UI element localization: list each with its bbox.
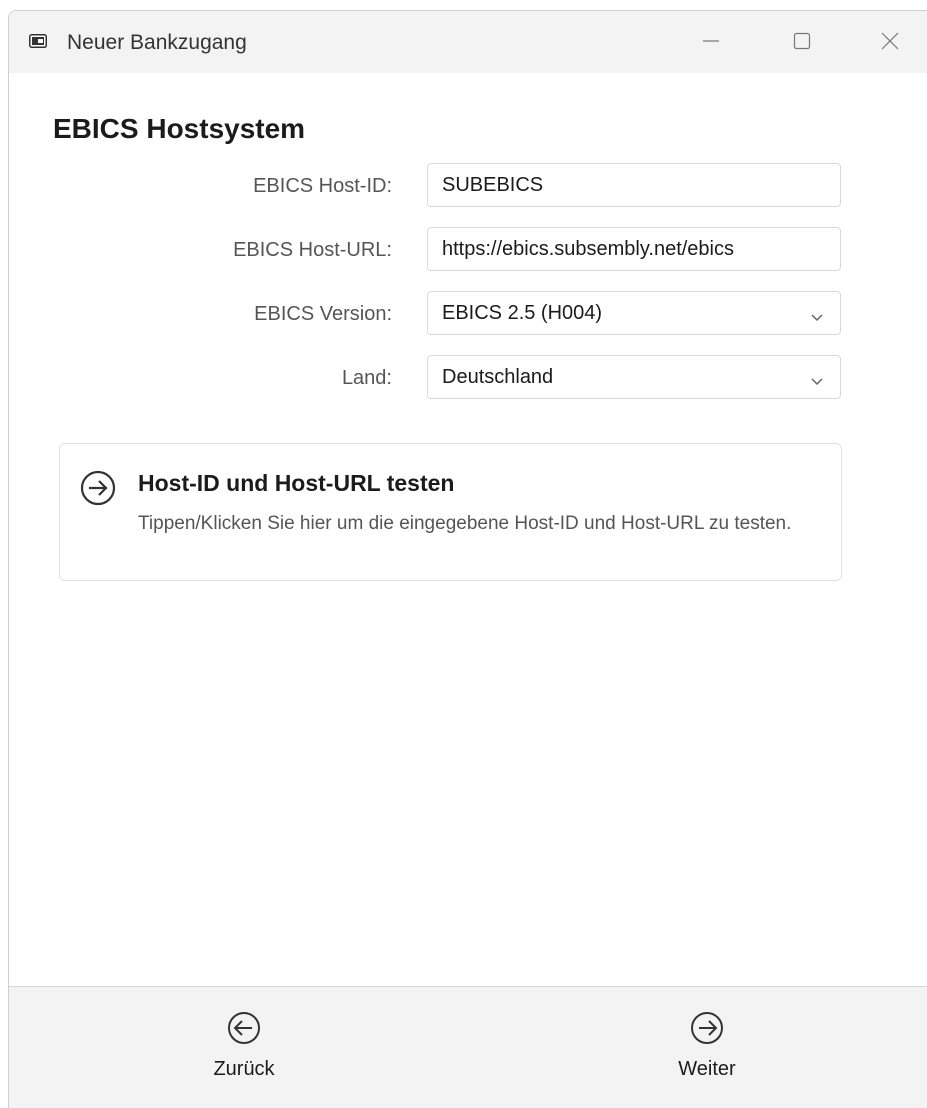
back-label: Zurück — [213, 1058, 275, 1080]
card-icon — [29, 34, 47, 48]
minimize-button[interactable] — [689, 19, 733, 63]
chevron-down-icon — [810, 307, 824, 330]
test-title: Host-ID und Host-URL testen — [138, 470, 455, 496]
maximize-button[interactable] — [780, 19, 824, 63]
country-label: Land: — [341, 367, 392, 389]
country-select[interactable]: Deutschland — [427, 355, 841, 399]
close-icon — [881, 32, 899, 50]
arrow-left-circle-icon — [227, 1011, 261, 1050]
host-id-input[interactable] — [427, 163, 841, 207]
footer-bar: Zurück Weiter — [9, 986, 927, 1108]
test-description: Tippen/Klicken Sie hier um die eingegebe… — [138, 513, 792, 534]
close-button[interactable] — [868, 19, 912, 63]
host-url-input[interactable] — [427, 227, 841, 271]
window-title: Neuer Bankzugang — [67, 31, 247, 54]
version-label: EBICS Version: — [254, 303, 392, 325]
country-value: Deutschland — [442, 365, 554, 388]
dialog-window: Neuer Bankzugang EBICS Hostsystem EBICS … — [8, 10, 927, 1108]
content-area: EBICS Hostsystem EBICS Host-ID: EBICS Ho… — [9, 73, 927, 986]
next-button[interactable]: Weiter — [637, 1011, 777, 1091]
host-id-label: EBICS Host-ID: — [253, 175, 392, 197]
section-title: EBICS Hostsystem — [53, 113, 306, 144]
title-bar: Neuer Bankzugang — [9, 11, 927, 73]
arrow-right-circle-icon — [80, 470, 116, 511]
chevron-down-icon — [810, 371, 824, 394]
minimize-icon — [702, 32, 720, 50]
version-value: EBICS 2.5 (H004) — [442, 301, 603, 324]
test-connection-card[interactable]: Host-ID und Host-URL testen Tippen/Klick… — [59, 443, 842, 581]
host-url-label: EBICS Host-URL: — [233, 239, 392, 261]
version-select[interactable]: EBICS 2.5 (H004) — [427, 291, 841, 335]
back-button[interactable]: Zurück — [174, 1011, 314, 1091]
arrow-right-circle-icon — [690, 1011, 724, 1050]
next-label: Weiter — [678, 1058, 736, 1080]
maximize-icon — [793, 32, 811, 50]
